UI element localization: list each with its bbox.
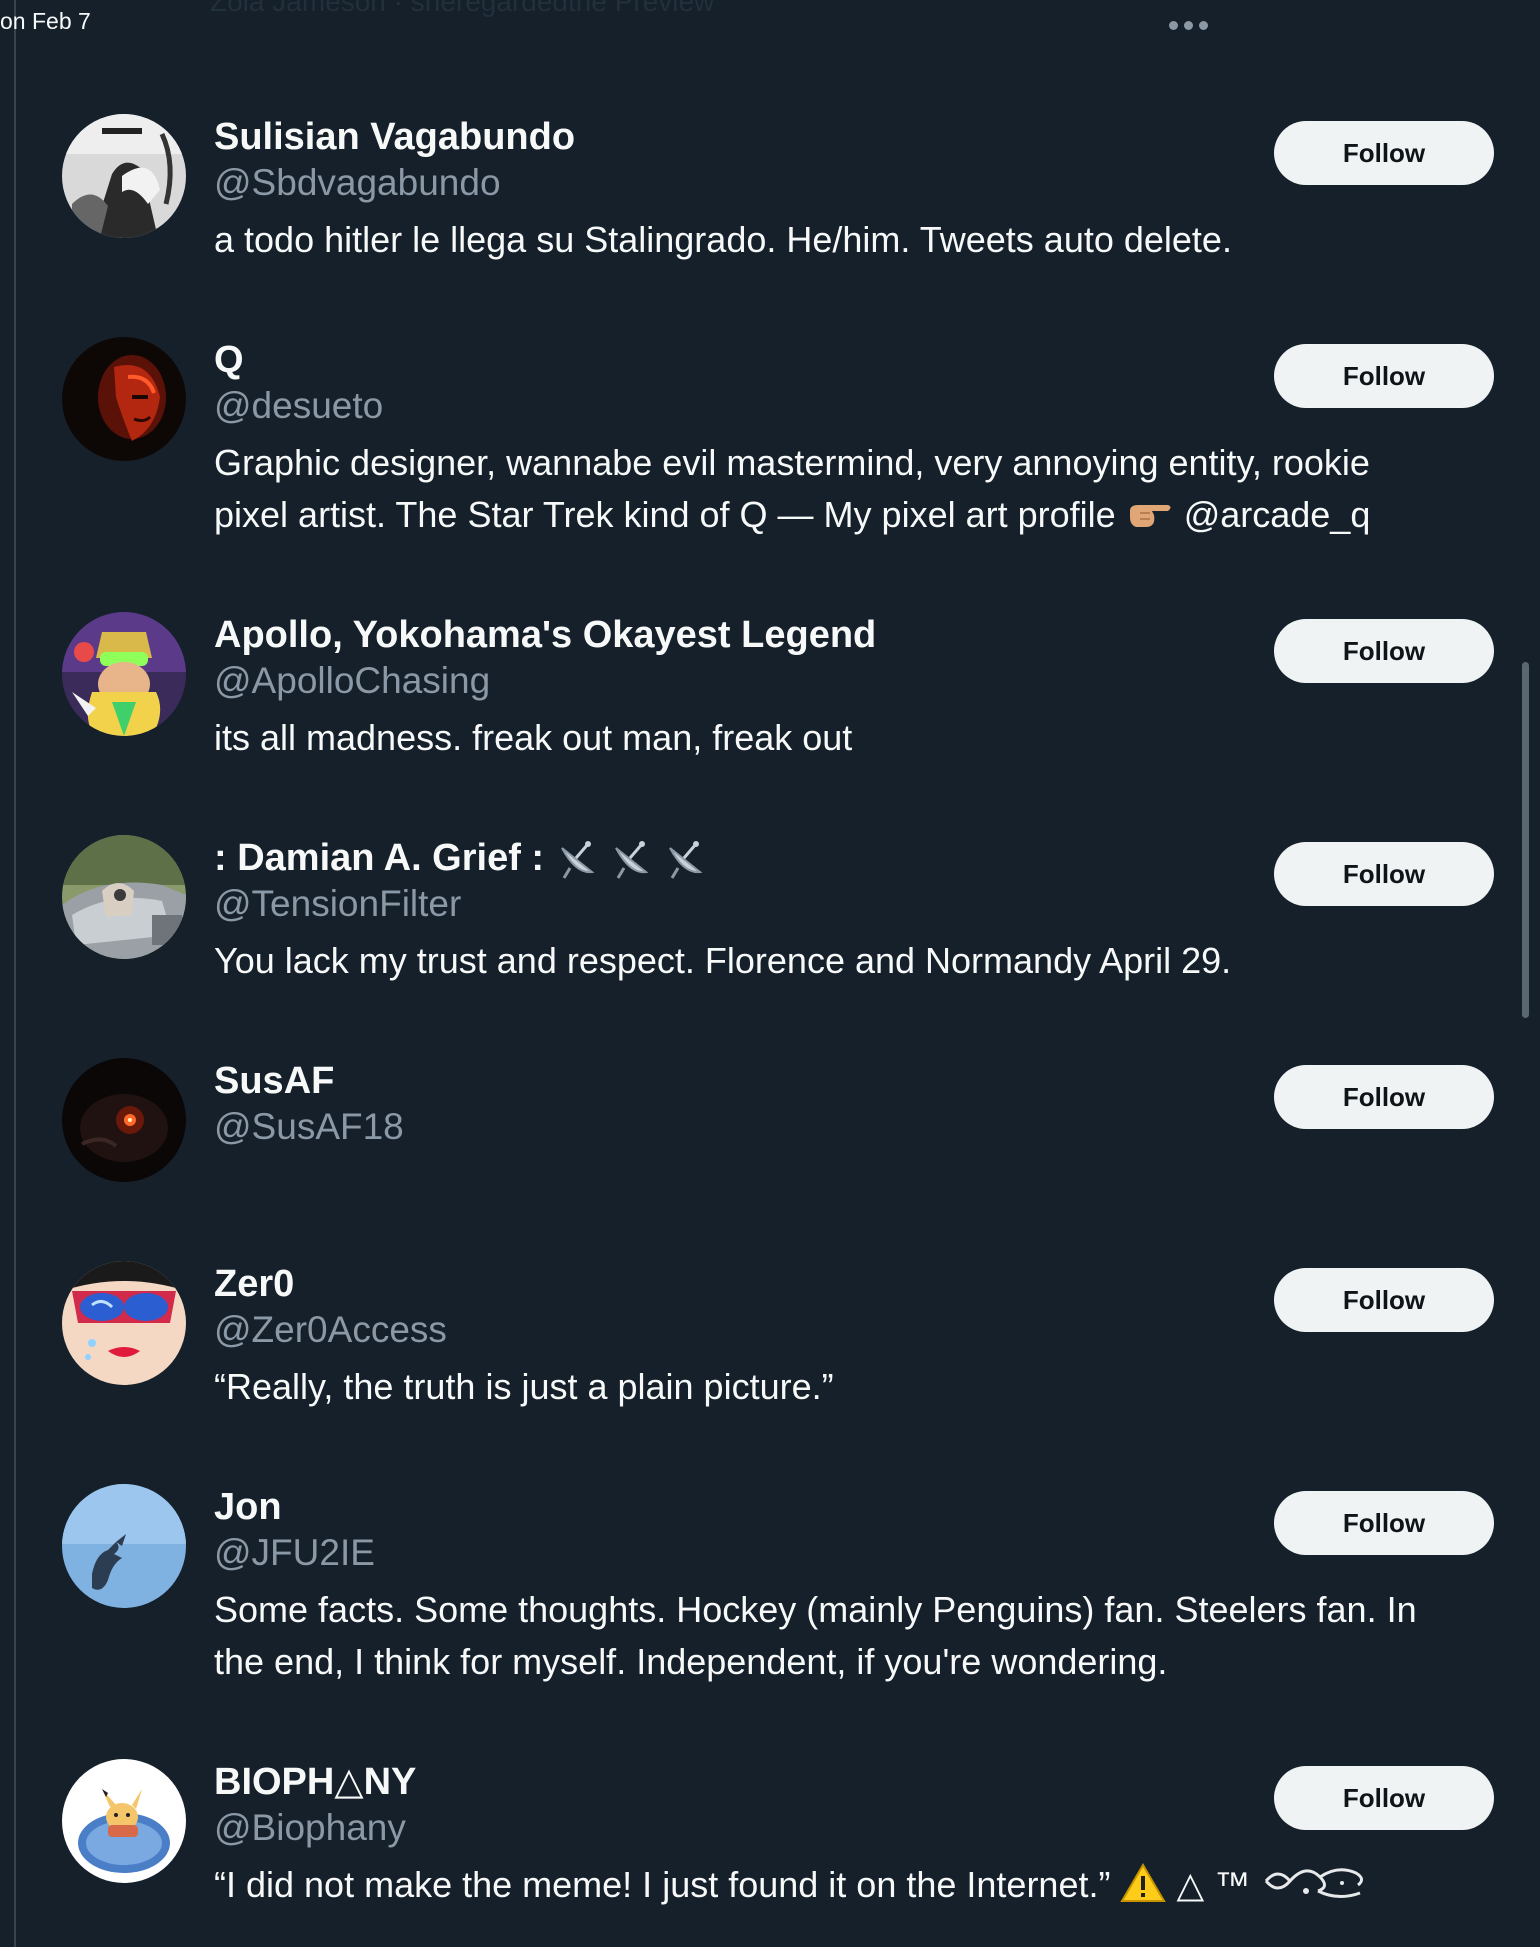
more-options-button[interactable] bbox=[1160, 8, 1216, 42]
user-bio: “I did not make the meme! I just found i… bbox=[214, 1859, 1504, 1911]
display-name-text: Sulisian Vagabundo bbox=[214, 116, 576, 158]
bio-line: Some facts. Some thoughts. Hockey (mainl… bbox=[214, 1589, 1417, 1630]
bio-symbols: △ ™ bbox=[1176, 1864, 1251, 1905]
user-bio: Graphic designer, wannabe evil mastermin… bbox=[214, 437, 1504, 541]
colorful-wrestler-avatar[interactable] bbox=[62, 612, 186, 736]
follow-button[interactable]: Follow bbox=[1274, 842, 1494, 906]
previous-item-faded-text: Zola Jameson · sheregardedthe Preview bbox=[210, 0, 715, 17]
satellite-dish-icon bbox=[561, 841, 595, 879]
display-name-text: Zer0 bbox=[214, 1263, 295, 1305]
display-name-text: BIOPH△NY bbox=[214, 1761, 417, 1803]
left-column-divider bbox=[14, 0, 16, 1947]
user-bio: Some facts. Some thoughts. Hockey (mainl… bbox=[214, 1584, 1504, 1688]
more-dot-icon bbox=[1198, 20, 1208, 30]
more-dot-icon bbox=[1168, 20, 1178, 30]
pop-art-face-avatar[interactable] bbox=[62, 1261, 186, 1385]
follow-button[interactable]: Follow bbox=[1274, 619, 1494, 683]
display-name-text: : Damian A. Grief : bbox=[214, 837, 545, 879]
bio-line: the end, I think for myself. Independent… bbox=[214, 1641, 1168, 1682]
user-bio: a todo hitler le llega su Stalingrado. H… bbox=[214, 219, 1232, 260]
satellite-dish-icon bbox=[669, 841, 703, 879]
pointing-hand-emoji-icon bbox=[1129, 505, 1171, 527]
bio-text: pixel artist. The Star Trek kind of Q — … bbox=[214, 494, 1116, 535]
follow-button[interactable]: Follow bbox=[1274, 1268, 1494, 1332]
sky-bird-avatar[interactable] bbox=[62, 1484, 186, 1608]
display-name-text: Q bbox=[214, 339, 244, 381]
bio-line: pixel artist. The Star Trek kind of Q — … bbox=[214, 489, 1504, 541]
bio-text: “I did not make the meme! I just found i… bbox=[214, 1864, 1111, 1905]
top-bar: Zola Jameson · sheregardedthe Preview on… bbox=[0, 0, 1540, 50]
scrollbar-thumb[interactable] bbox=[1522, 662, 1529, 1018]
dark-glow-avatar[interactable] bbox=[62, 1058, 186, 1182]
cartoon-pikachu-avatar[interactable] bbox=[62, 1759, 186, 1883]
timestamp: on Feb 7 bbox=[0, 8, 91, 34]
follow-button[interactable]: Follow bbox=[1274, 121, 1494, 185]
display-name-text: Apollo, Yokohama's Okayest Legend bbox=[214, 614, 877, 656]
user-bio: You lack my trust and respect. Florence … bbox=[214, 940, 1232, 981]
warning-sign-icon bbox=[1120, 1863, 1167, 1902]
red-lit-face-avatar[interactable] bbox=[62, 337, 186, 461]
display-name-text: SusAF bbox=[214, 1060, 335, 1102]
user-bio: its all madness. freak out man, freak ou… bbox=[214, 717, 853, 758]
car-window-avatar[interactable] bbox=[62, 835, 186, 959]
follow-button[interactable]: Follow bbox=[1274, 1766, 1494, 1830]
more-dot-icon bbox=[1183, 20, 1193, 30]
bw-portrait-avatar[interactable] bbox=[62, 114, 186, 238]
user-bio: “Really, the truth is just a plain pictu… bbox=[214, 1366, 834, 1407]
satellite-dish-icon bbox=[615, 841, 649, 879]
follow-button[interactable]: Follow bbox=[1274, 1491, 1494, 1555]
display-name-text: Jon bbox=[214, 1486, 282, 1528]
decorative-swirl-icon bbox=[1265, 1868, 1364, 1898]
bio-line: Graphic designer, wannabe evil mastermin… bbox=[214, 442, 1370, 483]
mention-link[interactable]: @arcade_q bbox=[1184, 494, 1371, 535]
follow-button[interactable]: Follow bbox=[1274, 1065, 1494, 1129]
follow-button[interactable]: Follow bbox=[1274, 344, 1494, 408]
